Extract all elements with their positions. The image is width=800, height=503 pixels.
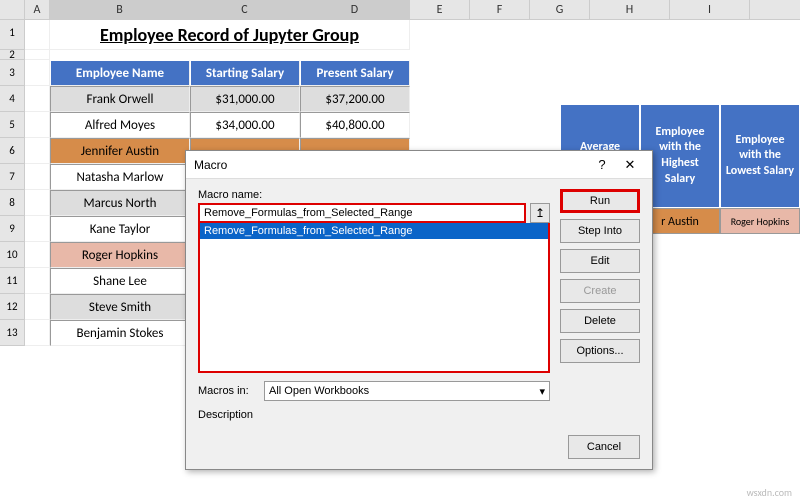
col-b[interactable]: B	[50, 0, 190, 19]
table-cell-name[interactable]: Steve Smith	[50, 294, 190, 320]
row-7[interactable]: 7	[0, 164, 25, 190]
macro-list-item[interactable]: Remove_Formulas_from_Selected_Range	[200, 223, 548, 239]
table-cell-name[interactable]: Benjamin Stokes	[50, 320, 190, 346]
create-button: Create	[560, 279, 640, 303]
column-headers: A B C D E F G H I	[0, 0, 800, 20]
side-value-lowest[interactable]: Roger Hopkins	[720, 208, 800, 234]
row-10[interactable]: 10	[0, 242, 25, 268]
row-8[interactable]: 8	[0, 190, 25, 216]
row-3[interactable]: 3	[0, 60, 25, 86]
col-i[interactable]: I	[670, 0, 750, 19]
table-cell-name[interactable]: Jennifer Austin	[50, 138, 190, 164]
macro-name-input[interactable]	[198, 203, 526, 223]
row-9[interactable]: 9	[0, 216, 25, 242]
row-5[interactable]: 5	[0, 112, 25, 138]
macros-in-select[interactable]: All Open Workbooks ▾	[264, 381, 550, 401]
table-cell-name[interactable]: Kane Taylor	[50, 216, 190, 242]
macro-listbox[interactable]: Remove_Formulas_from_Selected_Range	[198, 223, 550, 373]
row-4[interactable]: 4	[0, 86, 25, 112]
close-icon[interactable]: ✕	[616, 157, 644, 173]
table-cell-name[interactable]: Marcus North	[50, 190, 190, 216]
col-f[interactable]: F	[470, 0, 530, 19]
th-starting-salary[interactable]: Starting Salary	[190, 60, 300, 86]
dialog-title-text: Macro	[194, 158, 588, 172]
col-e[interactable]: E	[410, 0, 470, 19]
row-13[interactable]: 13	[0, 320, 25, 346]
step-into-button[interactable]: Step Into	[560, 219, 640, 243]
macro-refedit-icon[interactable]: ↥	[530, 203, 550, 223]
watermark: wsxdn.com	[747, 486, 792, 499]
table-cell-present[interactable]: $37,200.00	[300, 86, 410, 112]
table-cell-name[interactable]: Alfred Moyes	[50, 112, 190, 138]
macros-in-label: Macros in:	[198, 385, 258, 397]
row-11[interactable]: 11	[0, 268, 25, 294]
page-title[interactable]: Employee Record of Jupyter Group	[50, 20, 410, 50]
col-c[interactable]: C	[190, 0, 300, 19]
cancel-button[interactable]: Cancel	[568, 435, 640, 459]
table-cell-name[interactable]: Roger Hopkins	[50, 242, 190, 268]
col-a[interactable]: A	[25, 0, 50, 19]
description-label: Description	[198, 409, 550, 421]
table-cell-start[interactable]: $34,000.00	[190, 112, 300, 138]
row-1[interactable]: 1	[0, 20, 25, 50]
table-cell-name[interactable]: Natasha Marlow	[50, 164, 190, 190]
chevron-down-icon: ▾	[539, 385, 545, 398]
macro-name-label: Macro name:	[198, 189, 550, 201]
table-cell-name[interactable]: Frank Orwell	[50, 86, 190, 112]
th-employee-name[interactable]: Employee Name	[50, 60, 190, 86]
row-12[interactable]: 12	[0, 294, 25, 320]
options-button[interactable]: Options...	[560, 339, 640, 363]
delete-button[interactable]: Delete	[560, 309, 640, 333]
run-button[interactable]: Run	[560, 189, 640, 213]
dialog-titlebar[interactable]: Macro ? ✕	[186, 151, 652, 179]
select-all-corner[interactable]	[0, 0, 25, 19]
th-present-salary[interactable]: Present Salary	[300, 60, 410, 86]
row-2[interactable]: 2	[0, 50, 25, 60]
col-h[interactable]: H	[590, 0, 670, 19]
col-g[interactable]: G	[530, 0, 590, 19]
table-cell-present[interactable]: $40,800.00	[300, 112, 410, 138]
macro-dialog: Macro ? ✕ Macro name: ↥ Remove_Formulas_…	[185, 150, 653, 470]
table-cell-start[interactable]: $31,000.00	[190, 86, 300, 112]
help-icon[interactable]: ?	[588, 157, 616, 172]
edit-button[interactable]: Edit	[560, 249, 640, 273]
side-header-lowest[interactable]: Employee with the Lowest Salary	[720, 104, 800, 208]
col-d[interactable]: D	[300, 0, 410, 19]
row-6[interactable]: 6	[0, 138, 25, 164]
table-cell-name[interactable]: Shane Lee	[50, 268, 190, 294]
